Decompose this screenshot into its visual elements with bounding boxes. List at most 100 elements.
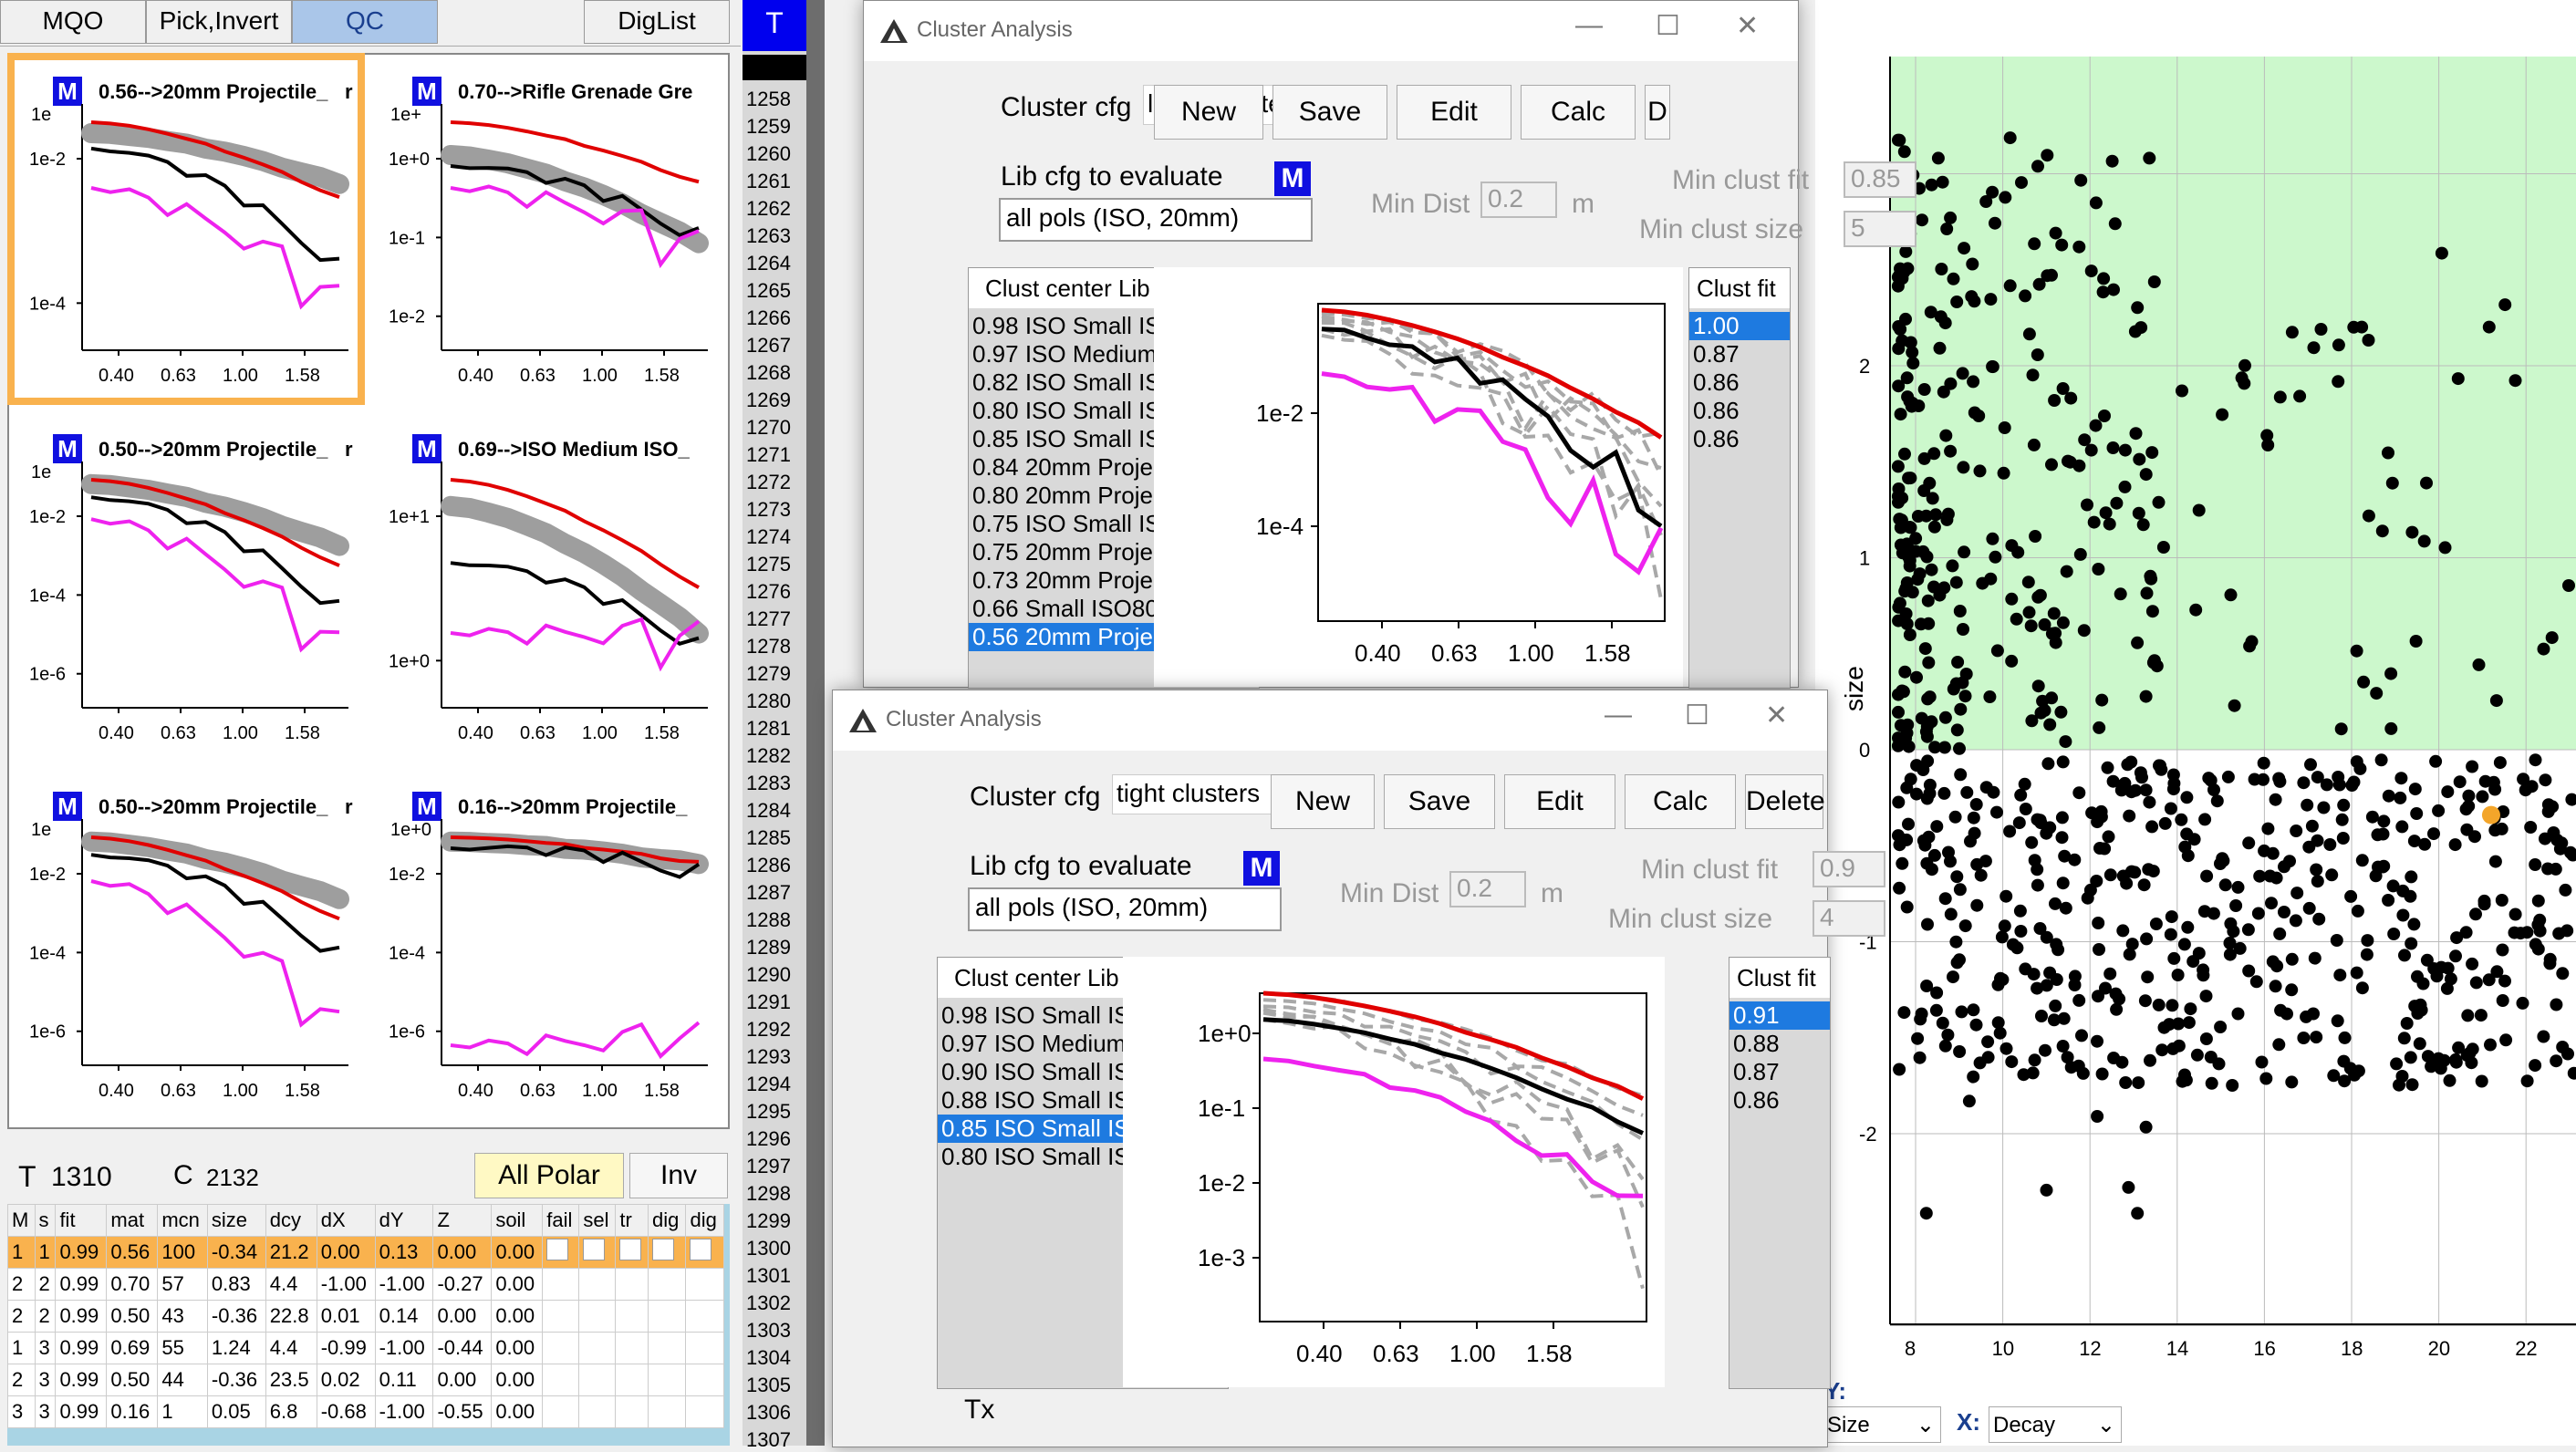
scatter-point[interactable] [2093,943,2105,956]
scatter-point[interactable] [2145,820,2158,833]
scatter-point[interactable] [2022,576,2035,588]
scatter-point[interactable] [1979,195,1992,208]
scatter-point[interactable] [2357,676,2370,689]
scatter-point[interactable] [2356,854,2369,866]
scatter-point[interactable] [2568,1067,2576,1080]
scatter-point[interactable] [1992,1016,2005,1029]
scatter-point[interactable] [2259,1073,2272,1085]
scatter-point[interactable] [1892,271,1905,284]
t-index-row[interactable]: 1267 [746,334,791,358]
scatter-point[interactable] [2261,823,2274,835]
scatter-point[interactable] [2140,1121,2153,1134]
scatter-point[interactable] [2460,926,2473,939]
t-column-header[interactable]: T [743,0,806,51]
scatter-point[interactable] [2140,783,2153,796]
table-header-cell[interactable]: mcn [158,1205,208,1237]
scatter-point[interactable] [2509,374,2522,387]
save-button[interactable]: Save [1272,85,1387,140]
scatter-point[interactable] [2049,1000,2062,1012]
t-index-row[interactable]: 1301 [746,1264,791,1288]
scatter-point[interactable] [2274,390,2287,403]
scatter-point[interactable] [1928,849,1941,862]
scatter-point[interactable] [2184,1002,2197,1015]
scatter-point[interactable] [2198,905,2211,918]
table-checkbox-cell[interactable] [543,1364,579,1396]
scatter-point[interactable] [2041,1184,2053,1197]
lib-m-button[interactable]: M [1274,161,1311,196]
scatter-point[interactable] [2439,541,2452,554]
scatter-point[interactable] [2102,762,2114,774]
scatter-point[interactable] [2384,668,2397,680]
scatter-point[interactable] [2450,1056,2463,1069]
scatter-point[interactable] [2242,836,2255,849]
scatter-point[interactable] [1944,378,1957,390]
scatter-point[interactable] [1999,919,2011,932]
scatter-point[interactable] [2232,881,2245,894]
scatter-point[interactable] [1967,375,1979,388]
scatter-point[interactable] [1954,605,1967,617]
scatter-point[interactable] [2046,627,2059,640]
scatter-point[interactable] [2242,965,2255,978]
table-checkbox-cell[interactable] [616,1301,649,1333]
table-row[interactable]: 230.990.5044-0.3623.50.020.110.000.00 [8,1364,724,1396]
scatter-point[interactable] [2023,606,2036,618]
scatter-point[interactable] [2166,999,2178,1011]
lib-cfg-input[interactable]: all pols (ISO, 20mm) [999,198,1313,242]
table-checkbox-cell[interactable] [616,1396,649,1428]
scatter-point[interactable] [2075,1029,2088,1042]
scatter-point[interactable] [2414,1037,2426,1050]
scatter-point[interactable] [2348,1069,2361,1082]
scatter-point[interactable] [2165,928,2177,941]
scatter-point[interactable] [2010,613,2023,626]
scatter-point[interactable] [2172,969,2185,981]
scatter-point[interactable] [2520,926,2533,939]
edit-button[interactable]: Edit [1504,774,1615,829]
scatter-point[interactable] [2286,326,2299,338]
t-index-row[interactable]: 1270 [746,416,791,440]
table-checkbox-cell[interactable] [579,1269,616,1301]
scatter-point[interactable] [2153,496,2166,509]
scatter-point[interactable] [2131,301,2144,314]
scatter-point[interactable] [2478,895,2491,908]
scatter-point[interactable] [2529,753,2542,766]
scatter-point[interactable] [2441,785,2454,798]
scatter-point[interactable] [2352,905,2364,918]
scatter-point[interactable] [2286,953,2299,966]
scatter-point[interactable] [1954,703,1967,716]
scatter-point[interactable] [2183,1016,2196,1029]
scatter-point[interactable] [1927,492,1939,504]
scatter-point[interactable] [2333,969,2346,981]
scatter-point[interactable] [1953,742,1966,755]
mini-plot-4[interactable]: M0.69-->ISO Medium ISO_1e+11e+00.400.631… [374,418,717,755]
scatter-point[interactable] [1976,577,1989,590]
scatter-point[interactable] [2072,241,2085,254]
scatter-point[interactable] [2427,827,2440,840]
scatter-point[interactable] [2532,943,2545,956]
scatter-point[interactable] [2200,990,2213,1002]
scatter-point[interactable] [2091,815,2103,828]
scatter-point[interactable] [2069,979,2082,991]
scatter-point[interactable] [2449,838,2462,851]
scatter-point[interactable] [2529,858,2541,871]
scatter-point[interactable] [2261,439,2274,451]
scatter-point[interactable] [2122,1181,2135,1194]
scatter-point[interactable] [1939,1040,1952,1053]
scatter-point[interactable] [2327,1069,2340,1082]
scatter-point[interactable] [1898,666,1911,679]
t-index-row[interactable]: 1305 [746,1374,791,1397]
scatter-point[interactable] [1950,870,1963,883]
table-checkbox-cell[interactable] [543,1301,579,1333]
t-index-row[interactable]: 1304 [746,1346,791,1370]
scatter-point[interactable] [1932,151,1945,164]
scatter-point[interactable] [2476,790,2488,803]
scatter-point[interactable] [1930,820,1943,833]
table-header-cell[interactable]: tr [616,1205,649,1237]
scatter-point[interactable] [2442,962,2455,975]
scatter-point[interactable] [2479,775,2492,788]
scatter-point[interactable] [2144,1054,2156,1067]
scatter-point[interactable] [2034,589,2047,602]
scatter-point[interactable] [2165,803,2177,815]
table-checkbox-cell[interactable] [649,1269,686,1301]
scatter-point[interactable] [1959,690,1972,702]
scatter-point[interactable] [2489,856,2502,868]
